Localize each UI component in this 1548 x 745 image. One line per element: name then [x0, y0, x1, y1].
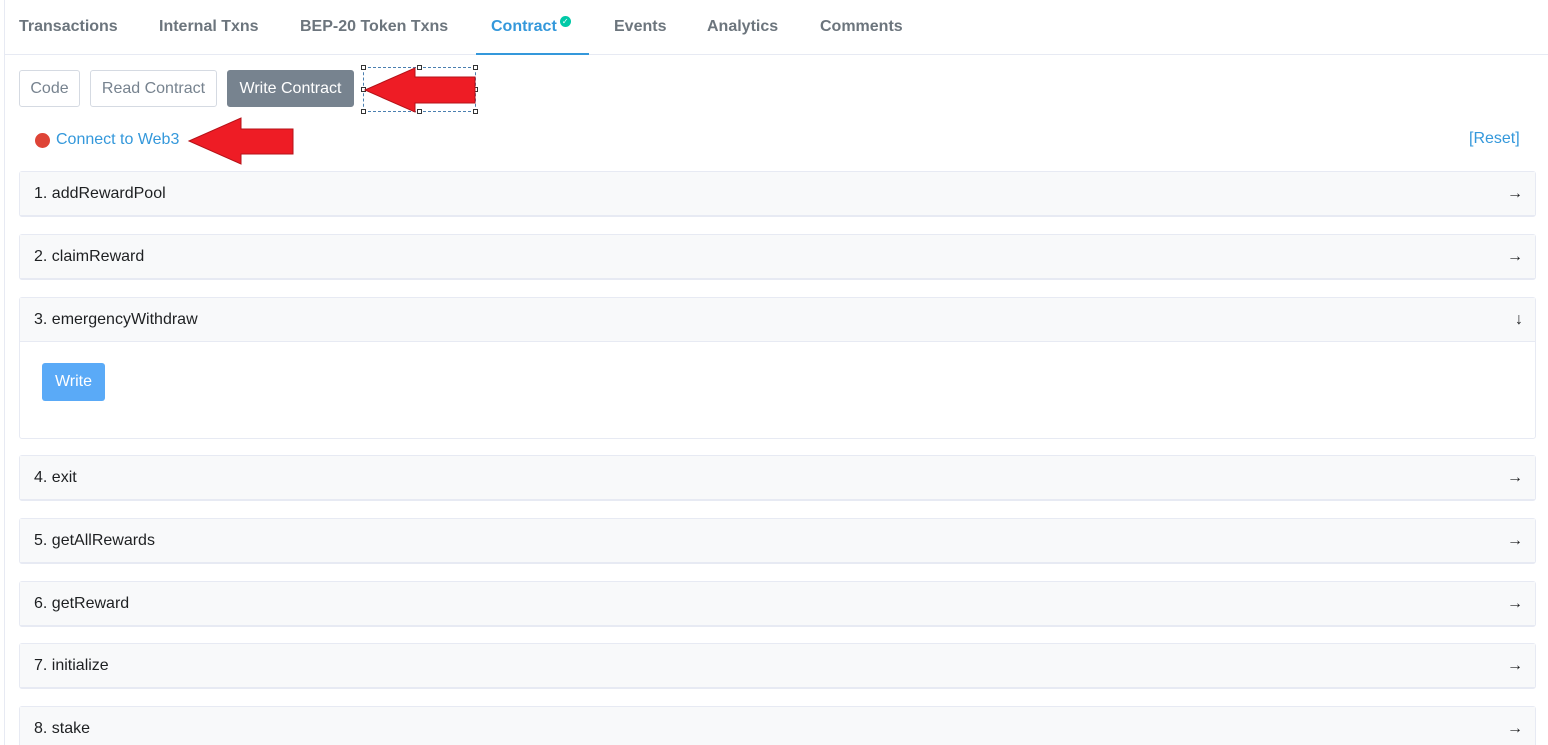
code-button[interactable]: Code: [19, 70, 80, 107]
tab-transactions[interactable]: Transactions: [19, 0, 118, 55]
arrow-right-icon: →: [1507, 532, 1523, 549]
tab-comments[interactable]: Comments: [820, 0, 903, 55]
function-header[interactable]: 5. getAllRewards →: [20, 519, 1535, 563]
status-dot-icon: [35, 132, 50, 148]
function-addrewardpool: 1. addRewardPool →: [19, 171, 1536, 217]
arrow-right-icon: →: [1507, 720, 1523, 737]
tab-bar: Transactions Internal Txns BEP-20 Token …: [5, 0, 1548, 55]
reset-link[interactable]: [Reset]: [1469, 130, 1520, 148]
function-getallrewards: 5. getAllRewards →: [19, 518, 1536, 564]
function-header[interactable]: 1. addRewardPool →: [20, 172, 1535, 216]
function-stake: 8. stake →: [19, 706, 1536, 745]
arrow-right-icon: →: [1507, 185, 1523, 202]
annotation-arrow-icon: [187, 117, 294, 165]
connect-web3-link[interactable]: Connect to Web3: [35, 130, 179, 150]
tab-bep20-token-txns[interactable]: BEP-20 Token Txns: [300, 0, 448, 55]
function-body: Write: [20, 342, 1535, 438]
function-emergencywithdraw: 3. emergencyWithdraw ↓ Write: [19, 297, 1536, 439]
write-contract-button[interactable]: Write Contract: [227, 70, 354, 107]
arrow-right-icon: →: [1507, 657, 1523, 674]
verified-check-icon: ✓: [559, 16, 571, 27]
read-contract-button[interactable]: Read Contract: [90, 70, 217, 107]
arrow-down-icon: ↓: [1515, 311, 1523, 328]
function-header[interactable]: 2. claimReward →: [20, 235, 1535, 279]
function-header[interactable]: 7. initialize →: [20, 644, 1535, 688]
function-header[interactable]: 4. exit →: [20, 456, 1535, 500]
tab-internal-txns[interactable]: Internal Txns: [159, 0, 259, 55]
function-getreward: 6. getReward →: [19, 581, 1536, 627]
function-claimreward: 2. claimReward →: [19, 234, 1536, 280]
arrow-right-icon: →: [1507, 469, 1523, 486]
function-header[interactable]: 6. getReward →: [20, 582, 1535, 626]
contract-card: Transactions Internal Txns BEP-20 Token …: [4, 0, 1548, 745]
annotation-arrow-icon: [363, 67, 476, 113]
function-header[interactable]: 8. stake →: [20, 707, 1535, 745]
tab-analytics[interactable]: Analytics: [707, 0, 778, 55]
write-button[interactable]: Write: [42, 363, 105, 401]
function-exit: 4. exit →: [19, 455, 1536, 501]
arrow-right-icon: →: [1507, 595, 1523, 612]
tab-contract[interactable]: Contract ✓: [476, 0, 589, 55]
arrow-right-icon: →: [1507, 248, 1523, 265]
function-initialize: 7. initialize →: [19, 643, 1536, 689]
tab-events[interactable]: Events: [614, 0, 666, 55]
connect-web3-label: Connect to Web3: [56, 131, 180, 148]
function-header[interactable]: 3. emergencyWithdraw ↓: [20, 298, 1535, 342]
